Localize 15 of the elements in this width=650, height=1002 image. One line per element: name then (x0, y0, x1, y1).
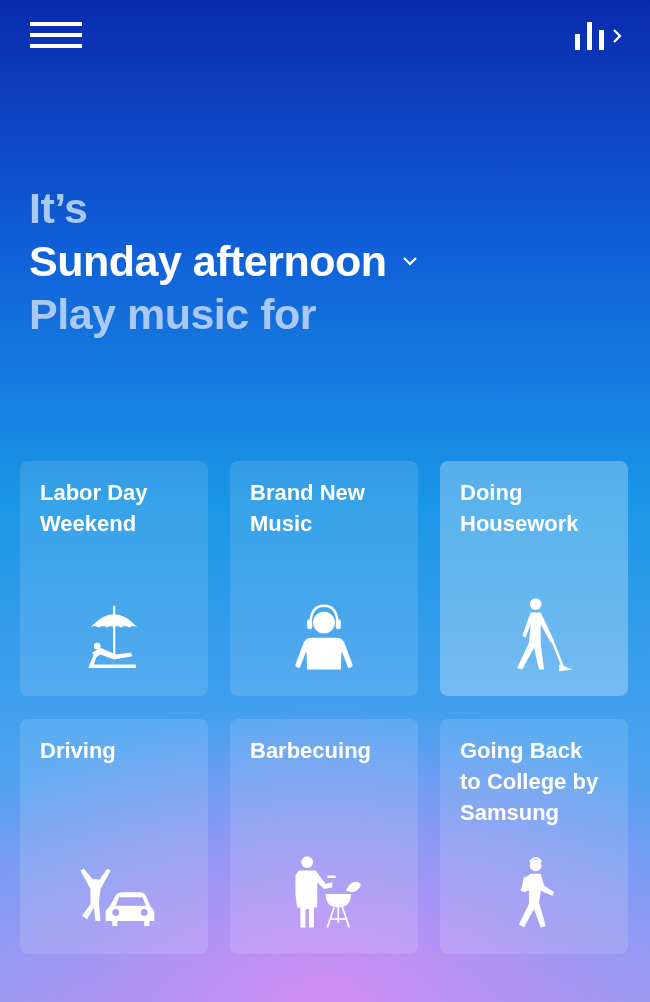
playlist-tile[interactable]: Brand New Music (230, 461, 418, 696)
chevron-down-icon (402, 257, 417, 266)
bar-chart-icon (575, 22, 605, 50)
time-dropdown[interactable]: Sunday afternoon (29, 235, 417, 288)
playlist-tile[interactable]: Barbecuing (230, 719, 418, 954)
menu-button[interactable] (30, 22, 82, 48)
stats-button[interactable] (575, 22, 622, 50)
playlist-tile[interactable]: Labor Day Weekend (20, 461, 208, 696)
intro-text: It’s (29, 183, 89, 234)
playlist-tile[interactable]: Going Back to College by Samsung (440, 719, 628, 954)
chevron-right-icon (613, 29, 622, 43)
playlist-tile[interactable]: Driving (20, 719, 208, 954)
prompt-text: Play music for (29, 289, 317, 340)
playlist-tile[interactable]: Doing Housework (440, 461, 628, 696)
menu-icon (30, 22, 82, 48)
